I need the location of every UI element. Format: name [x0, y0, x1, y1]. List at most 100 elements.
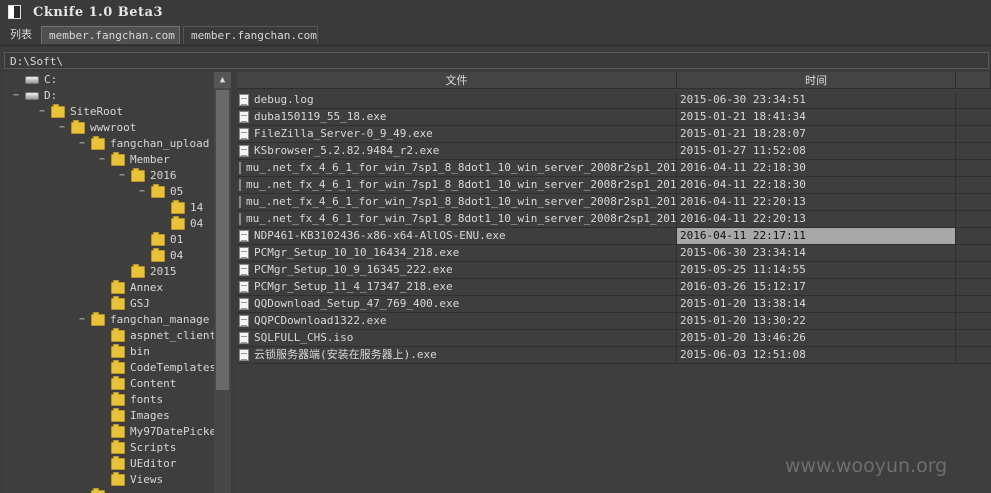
file-name: debug.log — [254, 93, 314, 106]
file-time-cell: 2015-06-30 23:34:51 — [677, 92, 956, 108]
tree-item-label: Images — [130, 409, 170, 422]
file-icon — [239, 349, 249, 361]
file-time-cell: 2015-01-20 13:38:14 — [677, 296, 956, 312]
folder-icon — [111, 296, 125, 310]
file-row[interactable]: 云锁服务器端(安装在服务器上).exe 2015-06-03 12:51:08 — [237, 347, 991, 364]
file-row[interactable]: KSbrowser_5.2.82.9484_r2.exe 2015-01-27 1… — [237, 143, 991, 160]
tab-site[interactable]: member.fangchan.com — [183, 26, 318, 44]
tree-item[interactable]: GSJ — [97, 296, 150, 312]
folder-icon — [151, 248, 165, 262]
file-row[interactable]: mu_.net_fx_4_6_1_for_win_7sp1_8_8dot1_10… — [237, 177, 991, 194]
file-row[interactable]: PCMgr_Setup_10_9_16345_222.exe 2015-05-25… — [237, 262, 991, 279]
scroll-up-icon[interactable]: ▲ — [214, 72, 231, 88]
tree-item[interactable]: CodeTemplates — [97, 360, 214, 376]
tree-item[interactable]: 01 — [137, 232, 183, 248]
tree-item[interactable]: − fangchan_upload — [77, 136, 209, 152]
tree-toggle-icon[interactable]: − — [37, 104, 47, 120]
tree-item[interactable]: − 05 — [137, 184, 183, 200]
tree-item[interactable]: aspnet_client — [97, 328, 214, 344]
tree-item[interactable]: 04 — [137, 248, 183, 264]
file-name-cell: PCMgr_Setup_10_9_16345_222.exe — [237, 262, 677, 278]
tree-toggle-icon[interactable]: − — [11, 88, 21, 104]
file-row[interactable]: mu_.net_fx_4_6_1_for_win_7sp1_8_8dot1_10… — [237, 194, 991, 211]
tree-toggle-icon[interactable]: − — [77, 136, 87, 152]
tree-item-label: D: — [44, 89, 58, 102]
file-row[interactable]: FileZilla_Server-0_9_49.exe 2015-01-21 18… — [237, 126, 991, 143]
tree-item-label: 01 — [170, 233, 184, 246]
folder-icon — [131, 168, 145, 182]
folder-icon — [91, 136, 105, 150]
tree-item-label: C: — [44, 73, 58, 86]
tree-toggle-icon[interactable]: − — [117, 168, 127, 184]
tree-item[interactable]: 14 — [157, 200, 203, 216]
column-header-name[interactable]: 文件 — [237, 72, 677, 89]
tree-item[interactable]: Views — [97, 472, 163, 488]
tree-item[interactable]: C: — [11, 72, 57, 88]
tree-item[interactable]: − fangchan_manage — [77, 312, 209, 328]
tree-item[interactable]: Content — [97, 376, 176, 392]
file-row[interactable]: PCMgr_Setup_10_10_16434_218.exe 2015-06-3… — [237, 245, 991, 262]
file-time-cell: 2016-04-11 22:17:11 — [677, 228, 956, 244]
tree-item-label: Views — [130, 473, 164, 486]
tree-item[interactable]: My97DatePicker — [97, 424, 214, 440]
file-icon — [239, 264, 249, 276]
tree-item[interactable]: − D: — [11, 88, 57, 104]
file-row[interactable]: QQDownload_Setup_47_769_400.exe 2015-01-2… — [237, 296, 991, 313]
file-extra-cell — [956, 296, 991, 312]
watermark: www.wooyun.org — [785, 455, 948, 477]
file-row[interactable]: mu_.net_fx_4_6_1_for_win_7sp1_8_8dot1_10… — [237, 211, 991, 228]
file-icon — [239, 145, 249, 157]
tree-item-label: aspnet_client — [130, 329, 214, 342]
file-icon — [239, 213, 241, 225]
tree-item-label: SiteRoot — [70, 105, 123, 118]
file-time-cell: 2015-05-25 11:14:55 — [677, 262, 956, 278]
file-name: PCMgr_Setup_10_9_16345_222.exe — [254, 263, 453, 276]
tree-item[interactable]: fonts — [97, 392, 163, 408]
file-row[interactable]: QQPCDownload1322.exe 2015-01-20 13:30:22 — [237, 313, 991, 330]
tree-scrollbar[interactable]: ▲ — [214, 72, 231, 493]
tree-item[interactable]: Scripts — [97, 440, 176, 456]
file-row[interactable]: NDP461-KB3102436-x86-x64-AllOS-ENU.exe 20… — [237, 228, 991, 245]
file-time-cell: 2015-06-30 23:34:14 — [677, 245, 956, 261]
file-row[interactable]: duba150119_55_18.exe 2015-01-21 18:41:34 — [237, 109, 991, 126]
tree-item[interactable]: − 2016 — [117, 168, 177, 184]
tree-toggle-icon[interactable]: − — [137, 184, 147, 200]
column-header-time[interactable]: 时间 — [677, 72, 956, 89]
tree-item[interactable]: 2015 — [117, 264, 177, 280]
tree-item[interactable]: Annex — [97, 280, 163, 296]
tree-toggle-icon[interactable]: − — [57, 120, 67, 136]
tree-item[interactable]: UEditor — [97, 456, 176, 472]
scroll-thumb[interactable] — [216, 90, 229, 390]
file-name-cell: QQDownload_Setup_47_769_400.exe — [237, 296, 677, 312]
tree-item[interactable] — [77, 488, 110, 493]
path-input[interactable]: D:\Soft\ — [4, 52, 989, 69]
folder-icon — [111, 344, 125, 358]
file-extra-cell — [956, 143, 991, 159]
tree-item-label: Scripts — [130, 441, 177, 454]
tree-item[interactable]: bin — [97, 344, 150, 360]
file-icon — [239, 247, 249, 259]
column-header-extra[interactable] — [956, 72, 991, 89]
tree-item[interactable]: − Member — [97, 152, 170, 168]
tree-toggle-icon[interactable]: − — [77, 312, 87, 328]
tab-site-active[interactable]: member.fangchan.com — [41, 26, 180, 44]
folder-icon — [111, 376, 125, 390]
tab-list[interactable]: 列表 — [0, 26, 38, 44]
tree-item[interactable]: − wwwroot — [57, 120, 136, 136]
file-row[interactable]: debug.log 2015-06-30 23:34:51 — [237, 92, 991, 109]
tree-item-label: fangchan_upload — [110, 137, 210, 150]
folder-icon — [111, 408, 125, 422]
tree-item[interactable]: 04 — [157, 216, 203, 232]
tree-item-label: Member — [130, 153, 170, 166]
file-row[interactable]: PCMgr_Setup_11_4_17347_218.exe 2016-03-26… — [237, 279, 991, 296]
file-name-cell: NDP461-KB3102436-x86-x64-AllOS-ENU.exe — [237, 228, 677, 244]
tree-item[interactable]: Images — [97, 408, 170, 424]
file-row[interactable]: SQLFULL_CHS.iso 2015-01-20 13:46:26 — [237, 330, 991, 347]
tree-toggle-icon[interactable]: − — [97, 152, 107, 168]
folder-icon — [71, 120, 85, 134]
file-row[interactable]: mu_.net_fx_4_6_1_for_win_7sp1_8_8dot1_10… — [237, 160, 991, 177]
file-name-cell: mu_.net_fx_4_6_1_for_win_7sp1_8_8dot1_10… — [237, 194, 677, 210]
file-icon — [239, 230, 249, 242]
file-name-cell: QQPCDownload1322.exe — [237, 313, 677, 329]
tree-item[interactable]: − SiteRoot — [37, 104, 123, 120]
